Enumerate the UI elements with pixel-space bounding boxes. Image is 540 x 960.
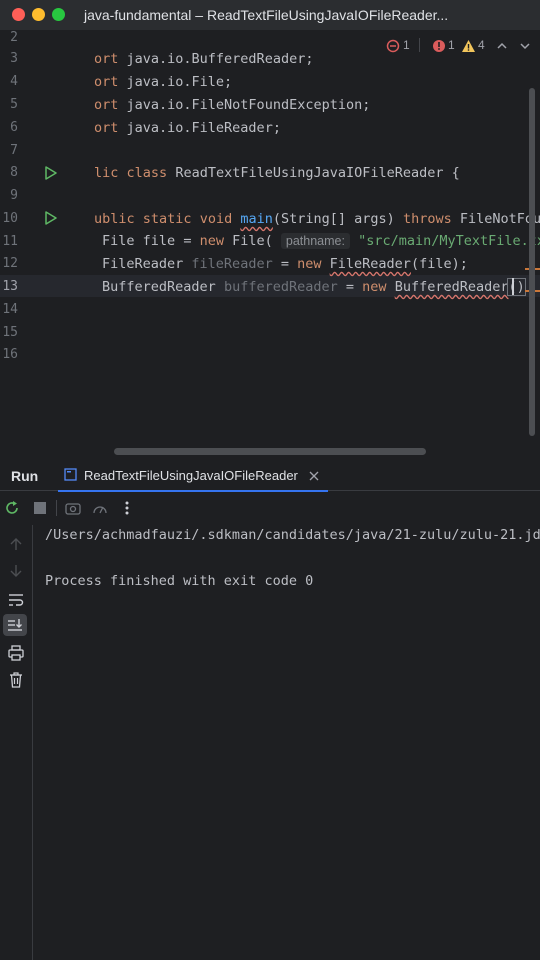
previous-highlight-icon[interactable] [496,40,508,52]
horizontal-scrollbar[interactable] [114,448,426,455]
code-line-file: File file = new File( pathname: "src/mai… [102,233,540,249]
divider [419,38,420,52]
code-line-class: lic class ReadTextFileUsingJavaIOFileRea… [94,165,460,181]
error-count-2: 1 [448,38,455,52]
run-config-tab[interactable]: ReadTextFileUsingJavaIOFileReader [58,460,328,492]
error-circle-icon [386,39,400,53]
warning-count: 4 [478,38,485,52]
camera-icon[interactable] [65,501,81,515]
run-side-toolbar [0,525,33,960]
line-number: 4 [10,74,18,89]
line-number-current: 13 [2,279,18,294]
minimize-window-button[interactable] [32,8,45,21]
code-line-import: ort java.io.File; [94,74,233,90]
line-number: 3 [10,51,18,66]
line-number: 2 [10,30,18,45]
console-output-command: /Users/achmadfauzi/.sdkman/candidates/ja… [45,527,540,543]
vertical-scrollbar[interactable] [529,88,535,436]
print-icon[interactable] [8,645,24,661]
inspection-widget[interactable]: 1 1 4 [386,38,536,54]
line-number: 8 [10,165,18,180]
scroll-to-end-icon [8,619,22,631]
line-number: 10 [2,211,18,226]
error-icon [433,40,445,52]
line-number: 14 [2,302,18,317]
next-highlight-icon[interactable] [519,40,531,52]
code-line-bufferedreader: BufferedReader bufferedReader = new Buff… [102,278,526,296]
arrow-down-icon[interactable] [9,564,23,578]
code-editor[interactable]: 1 1 4 2 3 4 5 6 7 8 9 10 11 12 13 14 15 … [0,30,540,458]
line-number: 11 [2,234,18,249]
close-window-button[interactable] [12,8,25,21]
error-count: 1 [403,38,410,52]
run-config-label: ReadTextFileUsingJavaIOFileReader [84,468,298,483]
more-options-icon[interactable] [124,500,130,516]
warning-icon [462,40,475,52]
code-line-main-method: ublic static void main(String[] args) th… [94,211,540,227]
toolbar-divider [56,500,57,516]
line-number: 15 [2,325,18,340]
java-file-icon [64,468,77,481]
rerun-icon[interactable] [5,500,21,516]
run-main-gutter-icon[interactable] [44,211,58,225]
maximize-window-button[interactable] [52,8,65,21]
line-number: 6 [10,120,18,135]
trash-icon[interactable] [9,672,23,688]
text-cursor [512,278,514,295]
console-output-exit: Process finished with exit code 0 [45,573,314,589]
parameter-hint: pathname: [280,233,350,249]
arrow-up-icon[interactable] [9,537,23,551]
code-line-import: ort java.io.FileNotFoundException; [94,97,371,113]
line-number: 5 [10,97,18,112]
run-tab-title[interactable]: Run [11,468,38,484]
title-bar: java-fundamental – ReadTextFileUsingJava… [0,0,540,30]
run-tool-window: Run ReadTextFileUsingJavaIOFileReader /U… [0,460,540,960]
line-number: 7 [10,143,18,158]
code-line-import: ort java.io.BufferedReader; [94,51,314,67]
close-tab-icon[interactable] [309,471,319,481]
line-number: 16 [2,347,18,362]
code-line-filereader: FileReader fileReader = new FileReader(f… [102,256,468,272]
run-class-gutter-icon[interactable] [44,166,58,180]
run-tabs-bar: Run ReadTextFileUsingJavaIOFileReader [0,460,540,492]
code-line-import: ort java.io.FileReader; [94,120,281,136]
line-number: 12 [2,256,18,271]
line-number: 9 [10,188,18,203]
soft-wrap-icon[interactable] [8,592,24,606]
window-title: java-fundamental – ReadTextFileUsingJava… [84,7,449,23]
profiler-icon[interactable] [92,501,108,515]
stop-icon[interactable] [33,501,47,515]
scroll-to-end-toggle[interactable] [3,614,27,636]
